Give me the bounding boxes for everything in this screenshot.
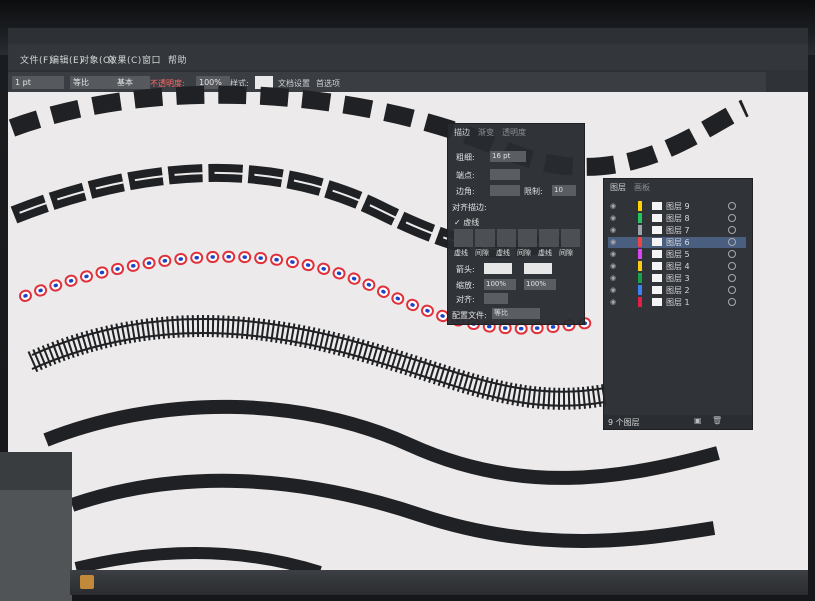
corner-label: 边角: [456, 187, 475, 196]
layer-row-4[interactable]: ◉ 图层 4 [608, 261, 746, 272]
layer-color-swatch [638, 261, 642, 271]
taskbar-app-icon[interactable] [80, 575, 94, 589]
target-circle-icon[interactable] [728, 214, 736, 222]
layers-panel: 图层 画板 ◉ 图层 9 ◉ 图层 8 ◉ 图层 7 ◉ 图层 6 ◉ 图层 5… [603, 178, 753, 430]
layer-thumbnail [652, 214, 662, 222]
target-circle-icon[interactable] [728, 250, 736, 258]
weight-field[interactable]: 16 pt [490, 151, 526, 162]
layer-row-1[interactable]: ◉ 图层 1 [608, 297, 746, 308]
tab-artboards[interactable]: 画板 [634, 182, 650, 193]
layer-name: 图层 8 [666, 214, 690, 223]
scale-label: 缩放: [456, 281, 475, 290]
layer-color-swatch [638, 225, 642, 235]
profile-select[interactable]: 等比 [492, 308, 540, 319]
dashed-path-thick [8, 85, 749, 176]
target-circle-icon[interactable] [728, 238, 736, 246]
visibility-eye-icon[interactable]: ◉ [610, 286, 618, 294]
arrow-align-label: 对齐: [456, 295, 475, 304]
visibility-eye-icon[interactable]: ◉ [610, 238, 618, 246]
visibility-eye-icon[interactable]: ◉ [610, 202, 618, 210]
layer-thumbnail [652, 238, 662, 246]
new-layer-icon[interactable]: ▣ [694, 416, 702, 425]
layer-color-swatch [638, 297, 642, 307]
target-circle-icon[interactable] [728, 202, 736, 210]
layer-thumbnail [652, 226, 662, 234]
layer-thumbnail [652, 298, 662, 306]
layer-thumbnail [652, 286, 662, 294]
delete-layer-icon[interactable]: 🗑 [712, 416, 722, 425]
layer-name: 图层 2 [666, 286, 690, 295]
visibility-eye-icon[interactable]: ◉ [610, 250, 618, 258]
solid-path-2 [69, 473, 716, 548]
visibility-eye-icon[interactable]: ◉ [610, 226, 618, 234]
arrowhead-label: 箭头: [456, 265, 475, 274]
target-circle-icon[interactable] [728, 262, 736, 270]
cap-label: 端点: [456, 171, 475, 180]
layer-count: 9 个图层 [608, 418, 640, 427]
arrow-align-buttons[interactable] [484, 293, 508, 304]
arrow-scale-end[interactable]: 100% [524, 279, 556, 290]
target-circle-icon[interactable] [728, 274, 736, 282]
layer-row-2[interactable]: ◉ 图层 2 [608, 285, 746, 296]
limit-label: 限制: [524, 187, 543, 196]
dash-label-2: 虚线 [496, 249, 510, 257]
arrow-end-select[interactable] [524, 263, 552, 274]
layer-thumbnail [652, 202, 662, 210]
visibility-eye-icon[interactable]: ◉ [610, 214, 618, 222]
left-window-body [0, 490, 72, 601]
layer-row-8[interactable]: ◉ 图层 8 [608, 213, 746, 224]
gap-label-3: 间隙 [559, 249, 573, 257]
arrow-start-select[interactable] [484, 263, 512, 274]
layer-color-swatch [638, 285, 642, 295]
dash-label-3: 虚线 [538, 249, 552, 257]
tab-gradient[interactable]: 渐变 [478, 127, 494, 138]
dashed-checkbox[interactable]: ✓ 虚线 [454, 217, 479, 228]
tab-stroke[interactable]: 描边 [454, 127, 470, 138]
layer-thumbnail [652, 262, 662, 270]
layer-color-swatch [638, 273, 642, 283]
target-circle-icon[interactable] [728, 286, 736, 294]
dash-gap-fields[interactable] [454, 229, 580, 247]
layer-name: 图层 5 [666, 250, 690, 259]
align-stroke-label: 对齐描边: [452, 203, 487, 212]
stroke-panel: 描边 渐变 透明度 粗细: 16 pt 端点: 边角: 限制: 10 对齐描边:… [447, 123, 585, 325]
layer-name: 图层 7 [666, 226, 690, 235]
layer-color-swatch [638, 213, 642, 223]
target-circle-icon[interactable] [728, 226, 736, 234]
taskbar [70, 570, 808, 595]
corner-buttons[interactable] [490, 185, 520, 196]
layer-color-swatch [638, 249, 642, 259]
layer-row-6[interactable]: ◉ 图层 6 [608, 237, 746, 248]
target-circle-icon[interactable] [728, 298, 736, 306]
layer-row-5[interactable]: ◉ 图层 5 [608, 249, 746, 260]
limit-field[interactable]: 10 [552, 185, 576, 196]
gap-label-1: 间隙 [475, 249, 489, 257]
layer-name: 图层 4 [666, 262, 690, 271]
visibility-eye-icon[interactable]: ◉ [610, 298, 618, 306]
layer-thumbnail [652, 274, 662, 282]
layer-color-swatch [638, 237, 642, 247]
gap-label-2: 间隙 [517, 249, 531, 257]
layer-row-7[interactable]: ◉ 图层 7 [608, 225, 746, 236]
layer-name: 图层 1 [666, 298, 690, 307]
layers-footer: 9 个图层 ▣ 🗑 [604, 415, 752, 429]
layer-color-swatch [638, 201, 642, 211]
layer-name: 图层 3 [666, 274, 690, 283]
layer-row-9[interactable]: ◉ 图层 9 [608, 201, 746, 212]
profile-label: 配置文件: [452, 311, 487, 320]
weight-label: 粗细: [456, 153, 475, 162]
layer-name: 图层 9 [666, 202, 690, 211]
layer-row-3[interactable]: ◉ 图层 3 [608, 273, 746, 284]
layer-name: 图层 6 [666, 238, 690, 247]
visibility-eye-icon[interactable]: ◉ [610, 274, 618, 282]
layer-thumbnail [652, 250, 662, 258]
tab-transparency[interactable]: 透明度 [502, 127, 526, 138]
cap-buttons[interactable] [490, 169, 520, 180]
visibility-eye-icon[interactable]: ◉ [610, 262, 618, 270]
dash-label-1: 虚线 [454, 249, 468, 257]
tab-layers[interactable]: 图层 [610, 182, 626, 193]
arrow-scale-start[interactable]: 100% [484, 279, 516, 290]
